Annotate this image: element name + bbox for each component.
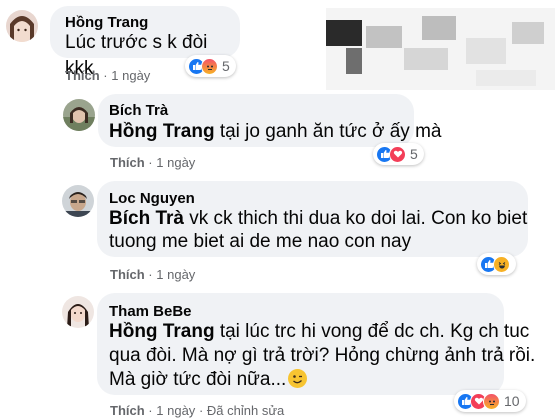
edited-label[interactable]: Đã chỉnh sửa bbox=[207, 403, 284, 418]
comment-actions: Thích · 1 ngày bbox=[65, 68, 150, 83]
comment-text-line: Mà giờ tức đòi nữa... bbox=[109, 367, 308, 393]
avatar[interactable] bbox=[62, 185, 94, 217]
comment-author[interactable]: Bích Trà bbox=[109, 102, 168, 119]
comment-time[interactable]: 1 ngày bbox=[156, 155, 195, 170]
comment-body: vk ck thich thi dua ko doi lai. Con ko b… bbox=[183, 208, 528, 229]
blurred-image-region bbox=[326, 8, 555, 90]
comment-author[interactable]: Hồng Trang bbox=[65, 14, 148, 31]
mention-link[interactable]: Hồng Trang bbox=[109, 121, 215, 142]
comment-time[interactable]: 1 ngày bbox=[156, 403, 195, 418]
angry-icon bbox=[483, 392, 500, 410]
comment-bubble: Tham BeBe Hồng Trang tại lúc trc hi vong… bbox=[97, 293, 535, 395]
comment-actions: Thích · 1 ngày bbox=[110, 267, 195, 282]
reaction-count: 10 bbox=[504, 393, 520, 409]
comment-text-line: qua đòi. Mà nợ gì trả trời? Hỏng chừng ả… bbox=[109, 345, 536, 366]
like-link[interactable]: Thích bbox=[110, 155, 145, 170]
comment-time[interactable]: 1 ngày bbox=[156, 267, 195, 282]
comment-bubble: Hồng Trang Lúc trước s k đòi kkk bbox=[50, 6, 240, 79]
haha-icon bbox=[493, 255, 510, 273]
reaction-summary[interactable]: 10 bbox=[454, 390, 526, 412]
comment-body: Mà giờ tức đòi nữa... bbox=[109, 369, 287, 390]
mention-link[interactable]: Bích Trà bbox=[109, 208, 184, 229]
reaction-count: 5 bbox=[410, 146, 418, 162]
reaction-summary[interactable] bbox=[477, 253, 516, 275]
angry-icon bbox=[201, 57, 218, 75]
comment-text: Hồng Trang tại jo ganh ăn tức ở ấy mà bbox=[109, 119, 441, 145]
comment-time[interactable]: 1 ngày bbox=[111, 68, 150, 83]
comment-bubble: Loc Nguyen Bích Trà vk ck thich thi dua … bbox=[97, 181, 528, 257]
comment-actions: Thích · 1 ngày · Đã chỉnh sửa bbox=[110, 403, 284, 418]
like-link[interactable]: Thích bbox=[65, 68, 100, 83]
winking-face-icon bbox=[288, 369, 308, 388]
comment-body: tại lúc trc hi vong để dc ch. Kg ch tuc bbox=[214, 321, 530, 342]
comment-actions: Thích · 1 ngày bbox=[110, 155, 195, 170]
meta-separator: · bbox=[103, 68, 108, 83]
avatar[interactable] bbox=[6, 10, 38, 42]
like-link[interactable]: Thích bbox=[110, 267, 145, 282]
comment-author[interactable]: Tham BeBe bbox=[109, 303, 192, 320]
comment-body: tại jo ganh ăn tức ở ấy mà bbox=[214, 121, 442, 142]
love-icon bbox=[389, 145, 406, 163]
avatar[interactable] bbox=[62, 296, 94, 328]
meta-separator: · bbox=[148, 267, 153, 282]
comment-author[interactable]: Loc Nguyen bbox=[109, 190, 195, 207]
reaction-summary[interactable]: 5 bbox=[373, 143, 424, 165]
comment-text-line: tuong me biet ai de me nao con nay bbox=[109, 231, 412, 252]
mention-link[interactable]: Hồng Trang bbox=[109, 321, 215, 342]
meta-separator: · bbox=[148, 155, 153, 170]
reaction-summary[interactable]: 5 bbox=[185, 55, 236, 77]
meta-separator: · bbox=[198, 403, 204, 418]
meta-separator: · bbox=[148, 403, 153, 418]
comment-bubble: Bích Trà Hồng Trang tại jo ganh ăn tức ở… bbox=[98, 94, 441, 147]
like-link[interactable]: Thích bbox=[110, 403, 145, 418]
reaction-count: 5 bbox=[222, 58, 230, 74]
comment-text: Hồng Trang tại lúc trc hi vong để dc ch.… bbox=[109, 319, 529, 345]
avatar[interactable] bbox=[63, 99, 95, 131]
